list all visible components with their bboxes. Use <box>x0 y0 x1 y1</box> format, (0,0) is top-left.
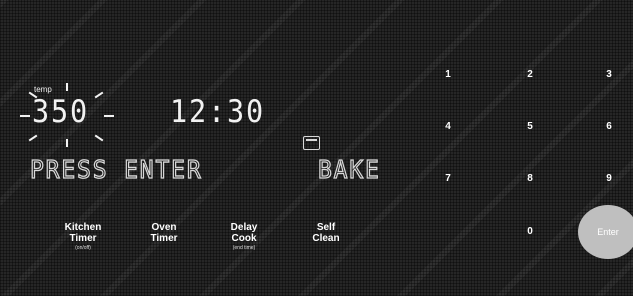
oven-control-panel: temp 350 12:30 PRESS ENTER BAKE Kitchen … <box>0 0 633 296</box>
delay-cook-label: Delay Cook <box>230 222 258 244</box>
delay-cook-sublabel: (end time) <box>232 245 256 251</box>
keypad-0[interactable]: 0 <box>520 224 540 240</box>
kitchen-timer-button[interactable]: Kitchen Timer (on/off) <box>48 222 118 252</box>
keypad-4[interactable]: 4 <box>438 119 458 135</box>
enter-button[interactable]: Enter <box>578 205 633 259</box>
keypad-6[interactable]: 6 <box>599 119 619 135</box>
kitchen-timer-label: Kitchen Timer <box>64 222 102 244</box>
oven-icon <box>303 136 320 150</box>
keypad-3[interactable]: 3 <box>599 67 619 83</box>
kitchen-timer-sublabel: (on/off) <box>75 245 91 251</box>
temp-label: temp <box>34 85 52 94</box>
keypad-2[interactable]: 2 <box>520 67 540 83</box>
temperature-readout: 350 <box>32 94 90 130</box>
status-message: PRESS ENTER <box>29 154 203 184</box>
keypad-5[interactable]: 5 <box>520 119 540 135</box>
keypad-9[interactable]: 9 <box>599 171 619 187</box>
keypad-7[interactable]: 7 <box>438 171 458 187</box>
oven-timer-label: Oven Timer <box>150 222 178 244</box>
delay-cook-button[interactable]: Delay Cook (end time) <box>209 222 279 252</box>
clock-readout: 12:30 <box>170 94 266 130</box>
cook-mode-readout: BAKE <box>317 154 381 184</box>
self-clean-button[interactable]: Self Clean <box>291 222 361 244</box>
keypad-1[interactable]: 1 <box>438 67 458 83</box>
self-clean-label: Self Clean <box>312 222 340 244</box>
keypad-8[interactable]: 8 <box>520 171 540 187</box>
oven-timer-button[interactable]: Oven Timer <box>129 222 199 244</box>
